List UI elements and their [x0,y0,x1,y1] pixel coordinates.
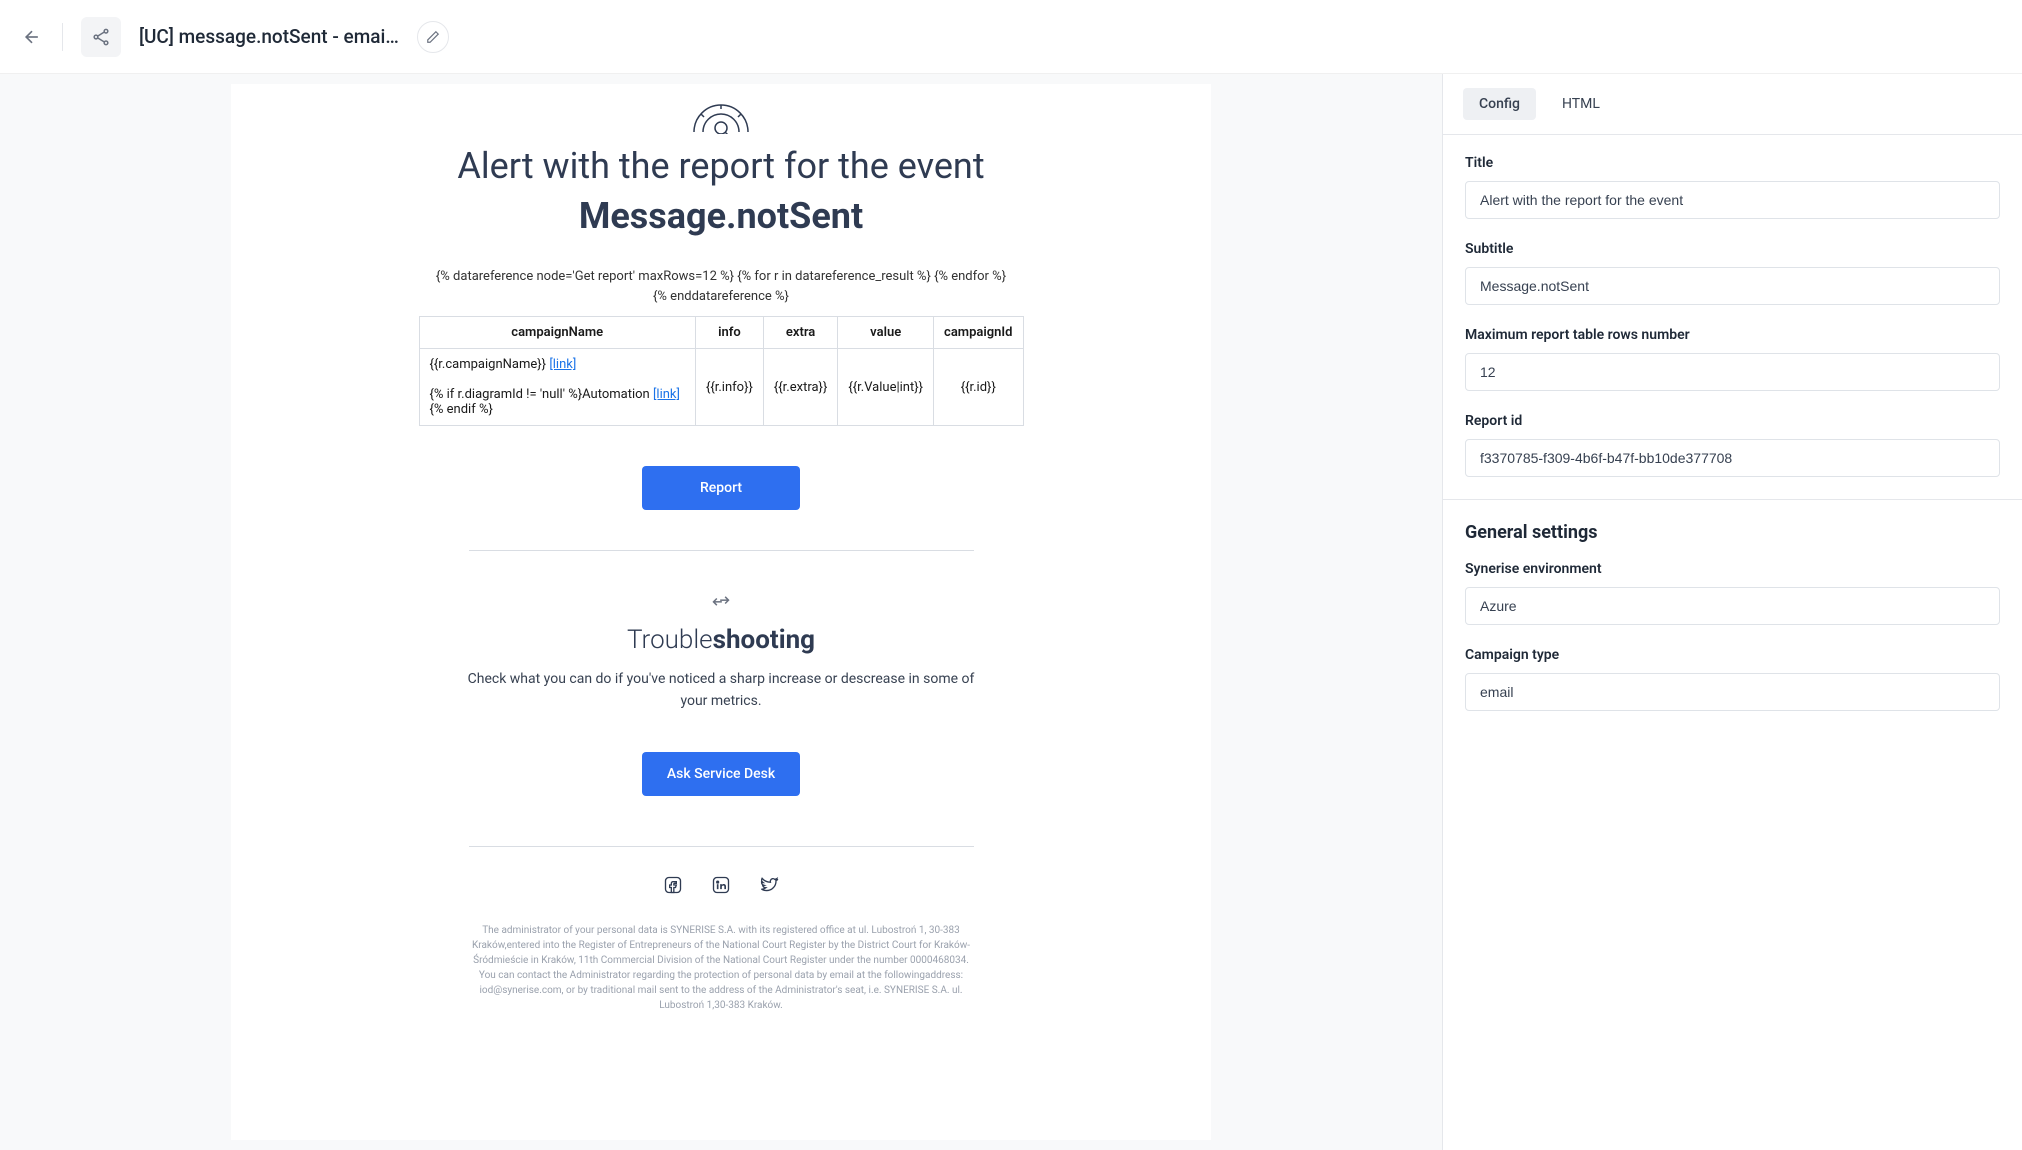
reportid-label: Report id [1465,413,2000,429]
preview-canvas: Alert with the report for the event Mess… [0,74,1442,1150]
cell-extra: {{r.extra}} [763,349,837,426]
share-button[interactable] [81,17,121,57]
th-info: info [695,317,763,349]
email-title: Alert with the report for the event [419,144,1024,189]
facebook-icon[interactable] [663,875,683,899]
automation-link[interactable]: [link] [653,387,680,402]
subtitle-input[interactable] [1465,267,2000,305]
cell-info: {{r.info}} [695,349,763,426]
config-panel: Config HTML Title Subtitle Maximum repor… [1442,74,2022,1150]
edit-title-button[interactable] [417,21,449,53]
cell-campaign-id: {{r.id}} [934,349,1023,426]
tab-config[interactable]: Config [1463,88,1536,120]
campaign-name-text: {{r.campaignName}} [430,357,547,372]
footer-divider [469,846,974,847]
th-extra: extra [763,317,837,349]
campaign-type-input[interactable] [1465,673,2000,711]
divider [469,550,974,551]
vertical-divider [62,23,63,51]
table-row: {{r.campaignName}} [link] {% if r.diagra… [419,349,1023,426]
campaign-type-label: Campaign type [1465,647,2000,663]
campaign-link[interactable]: [link] [549,357,576,372]
subtitle-label: Subtitle [1465,241,2000,257]
maxrows-label: Maximum report table rows number [1465,327,2000,343]
cell-value: {{r.Value|int}} [838,349,934,426]
template-code: {% datareference node='Get report' maxRo… [419,267,1024,306]
tab-html[interactable]: HTML [1546,88,1616,120]
swap-icon [419,591,1024,611]
title-label: Title [1465,155,2000,171]
preview-frame: Alert with the report for the event Mess… [231,84,1211,1140]
automation-suffix: {% endif %} [430,402,493,417]
report-table: campaignName info extra value campaignId… [419,316,1024,426]
back-button[interactable] [20,25,44,49]
twitter-icon[interactable] [759,875,779,899]
email-subtitle: Message.notSent [419,195,1024,237]
reportid-input[interactable] [1465,439,2000,477]
linkedin-icon[interactable] [711,875,731,899]
table-header-row: campaignName info extra value campaignId [419,317,1023,349]
general-settings-heading: General settings [1465,522,2000,543]
automation-prefix: {% if r.diagramId != 'null' %}Automation [430,387,650,402]
troubleshooting-heading: Troubleshooting [419,625,1024,655]
title-input[interactable] [1465,181,2000,219]
trouble-heading-bold: shooting [713,625,815,655]
email-card: Alert with the report for the event Mess… [419,84,1024,1053]
maxrows-input[interactable] [1465,353,2000,391]
cell-campaign-name: {{r.campaignName}} [link] {% if r.diagra… [419,349,695,426]
th-value: value [838,317,934,349]
env-label: Synerise environment [1465,561,2000,577]
page-title: [UC] message.notSent - email al... [139,25,399,48]
report-button[interactable]: Report [642,466,800,510]
th-campaign-id: campaignId [934,317,1023,349]
gauge-icon [419,84,1024,144]
section-divider [1443,499,2022,500]
troubleshooting-body: Check what you can do if you've noticed … [459,669,984,712]
footer-legal: The administrator of your personal data … [419,923,1024,1053]
ask-service-desk-button[interactable]: Ask Service Desk [642,752,800,796]
trouble-heading-light: Trouble [627,625,713,655]
env-input[interactable] [1465,587,2000,625]
th-campaign-name: campaignName [419,317,695,349]
